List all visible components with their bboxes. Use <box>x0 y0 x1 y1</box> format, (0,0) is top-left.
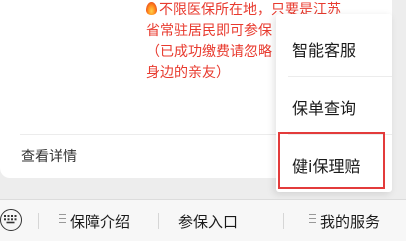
message-line-1: 不限医保所在地，只要是江苏 <box>146 0 341 21</box>
menu-item-claims[interactable]: 健i保理赔 <box>276 134 392 192</box>
message-line-2: 省常驻居民即可参保 <box>146 23 272 39</box>
service-popup-menu: 智能客服 保单查询 健i保理赔 <box>276 14 392 192</box>
menu-item-label: 健i保理赔 <box>292 157 361 176</box>
message-line-3: （已成功缴费请忽略 <box>146 44 272 60</box>
menu-bar-divider <box>38 213 39 229</box>
menu-bar-divider <box>158 213 159 229</box>
menu-label: 参保入口 <box>178 213 239 231</box>
submenu-icon <box>309 214 316 224</box>
bottom-menu-bar: 保障介绍 参保入口 我的服务 <box>0 199 406 241</box>
menu-bar-divider <box>283 213 284 229</box>
menu-item-label: 智能客服 <box>292 41 357 60</box>
menu-item-policy-query[interactable]: 保单查询 <box>276 76 392 134</box>
keyboard-icon <box>0 209 22 231</box>
menu-label: 我的服务 <box>320 213 381 231</box>
menu-item-label: 保单查询 <box>292 99 357 118</box>
view-details-link[interactable]: 查看详情 <box>21 146 77 166</box>
message-body: 不限医保所在地，只要是江苏 省常驻居民即可参保 （已成功缴费请忽略 身边的亲友） <box>146 0 341 84</box>
message-line-4: 身边的亲友） <box>146 65 230 81</box>
fire-icon <box>146 2 157 15</box>
chat-screen: 不限医保所在地，只要是江苏 省常驻居民即可参保 （已成功缴费请忽略 身边的亲友）… <box>0 0 406 241</box>
submenu-icon <box>59 214 66 224</box>
menu-label: 保障介绍 <box>70 213 131 231</box>
keyboard-toggle-button[interactable] <box>0 200 38 241</box>
menu-item-smart-service[interactable]: 智能客服 <box>276 18 392 76</box>
